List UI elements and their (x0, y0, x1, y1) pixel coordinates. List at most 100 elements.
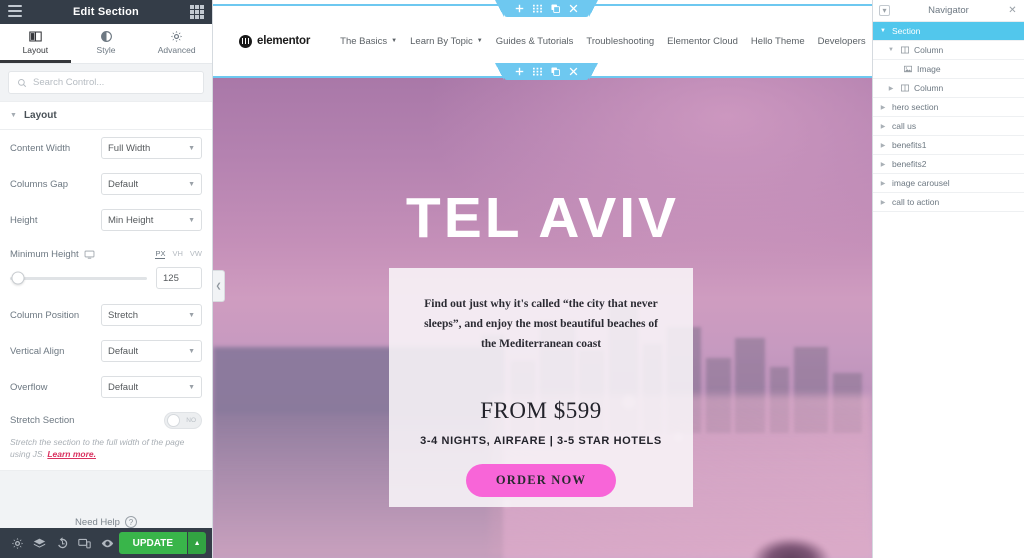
nav-tree-label: benefits1 (892, 140, 927, 150)
nav-tree-item-image-carousel[interactable]: ▶ image carousel (873, 174, 1024, 193)
need-help-button[interactable]: Need Help ? (75, 516, 137, 528)
navigator-layers-icon[interactable] (29, 528, 52, 558)
image-icon (903, 65, 912, 74)
navigator-header: ▾ Navigator ✕ (873, 0, 1024, 22)
control-height: Height Min Height ▼ (10, 202, 202, 238)
tab-layout[interactable]: Layout (0, 24, 71, 63)
stretch-section-toggle[interactable]: NO (164, 412, 202, 429)
slider-handle[interactable] (11, 271, 25, 285)
update-button-group: UPDATE ▲ (118, 532, 207, 554)
control-stretch-section: Stretch Section NO (10, 405, 202, 436)
vertical-align-label: Vertical Align (10, 345, 65, 357)
tab-layout-label: Layout (22, 44, 49, 55)
column-position-select[interactable]: Stretch ▼ (101, 304, 202, 326)
elementor-editor: Edit Section Layout Style Advanced Searc… (0, 0, 1024, 558)
chevron-right-icon[interactable]: ▶ (879, 199, 887, 206)
unit-vh[interactable]: VH (172, 249, 182, 259)
chevron-right-icon[interactable]: ▶ (879, 123, 887, 130)
tab-style[interactable]: Style (71, 24, 142, 63)
chevron-right-icon[interactable]: ▶ (879, 104, 887, 111)
panel-header: Edit Section (0, 0, 212, 24)
tab-advanced[interactable]: Advanced (141, 24, 212, 63)
content-width-select[interactable]: Full Width ▼ (101, 137, 202, 159)
hero-section[interactable]: TEL AVIV Find out just why it's called “… (213, 78, 872, 558)
columns-grid-icon[interactable] (533, 4, 542, 13)
nav-tree-item-column-1[interactable]: ▼ Column (873, 41, 1024, 60)
order-now-button[interactable]: ORDER NOW (465, 464, 617, 498)
unit-vw[interactable]: VW (190, 249, 202, 259)
unit-px[interactable]: PX (155, 249, 166, 259)
chevron-right-icon[interactable]: ▶ (879, 161, 887, 168)
learn-more-link[interactable]: Learn more. (47, 449, 96, 459)
nav-item-troubleshooting[interactable]: Troubleshooting (586, 36, 654, 47)
remove-icon[interactable] (569, 67, 578, 76)
section-layout-header[interactable]: ▼ Layout (0, 101, 212, 130)
nav-tree-label: Column (914, 45, 944, 55)
control-column-position: Column Position Stretch ▼ (10, 297, 202, 333)
columns-grid-icon[interactable] (533, 67, 542, 76)
nav-item-the-basics[interactable]: The Basics ▼ (340, 36, 397, 47)
chevron-right-icon[interactable]: ▶ (879, 142, 887, 149)
duplicate-icon[interactable] (551, 4, 560, 13)
control-overflow: Overflow Default ▼ (10, 369, 202, 405)
hero-subtitle: 3-4 NIGHTS, AIRFARE | 3-5 STAR HOTELS (420, 435, 662, 448)
update-button[interactable]: UPDATE (118, 532, 188, 554)
nav-item-hello-theme[interactable]: Hello Theme (751, 36, 805, 47)
nav-tree-label: Image (917, 64, 941, 74)
chevron-down-icon: ▼ (188, 216, 195, 224)
search-input[interactable]: Search Control... (8, 71, 204, 94)
content-width-value: Full Width (108, 142, 151, 154)
remove-icon[interactable] (569, 4, 578, 13)
preview-canvas: elementor The Basics ▼ Learn By Topic ▼ … (213, 0, 872, 558)
responsive-mode-icon[interactable] (74, 528, 97, 558)
grid-apps-icon[interactable] (190, 5, 204, 19)
nav-item-elementor-cloud[interactable]: Elementor Cloud (667, 36, 738, 47)
chevron-down-icon[interactable]: ▼ (887, 47, 895, 53)
duplicate-icon[interactable] (551, 67, 560, 76)
nav-item-learn-by-topic[interactable]: Learn By Topic ▼ (410, 36, 483, 47)
update-options-button[interactable]: ▲ (188, 532, 207, 554)
nav-tree-label: image carousel (892, 178, 950, 188)
panel-collapse-handle[interactable]: ❮ (213, 270, 225, 302)
nav-item-developers[interactable]: Developers (818, 36, 866, 47)
height-select[interactable]: Min Height ▼ (101, 209, 202, 231)
minimum-height-slider[interactable] (10, 271, 147, 285)
chevron-down-icon: ▼ (188, 347, 195, 355)
overflow-value: Default (108, 381, 139, 393)
nav-tree-label: hero section (892, 102, 939, 112)
minimum-height-value: 125 (163, 272, 179, 284)
chevron-right-icon[interactable]: ▶ (879, 180, 887, 187)
navigator-tree: ▼ Section ▼ Column Image ▶ Column ▶ hero… (873, 22, 1024, 558)
history-icon[interactable] (51, 528, 74, 558)
chevron-down-icon: ▼ (188, 180, 195, 188)
chevron-down-icon[interactable]: ▼ (879, 28, 887, 34)
overflow-select[interactable]: Default ▼ (101, 376, 202, 398)
nav-tree-item-column-2[interactable]: ▶ Column (873, 79, 1024, 98)
nav-tree-item-call-us[interactable]: ▶ call us (873, 117, 1024, 136)
need-help-label: Need Help (75, 516, 120, 528)
nav-tree-item-benefits1[interactable]: ▶ benefits1 (873, 136, 1024, 155)
columns-gap-select[interactable]: Default ▼ (101, 173, 202, 195)
nav-tree-item-call-to-action[interactable]: ▶ call to action (873, 193, 1024, 212)
nav-tree-item-benefits2[interactable]: ▶ benefits2 (873, 155, 1024, 174)
toggle-knob (167, 414, 180, 427)
preview-eye-icon[interactable] (96, 528, 119, 558)
hamburger-icon[interactable] (8, 5, 22, 19)
question-circle-icon: ? (124, 516, 137, 528)
nav-item-guides-tutorials[interactable]: Guides & Tutorials (496, 36, 574, 47)
columns-gap-value: Default (108, 178, 139, 190)
minimize-icon[interactable]: ▾ (879, 5, 890, 16)
add-section-icon[interactable] (515, 4, 524, 13)
close-icon[interactable]: ✕ (1007, 5, 1018, 16)
add-section-icon[interactable] (515, 67, 524, 76)
nav-tree-item-hero-section[interactable]: ▶ hero section (873, 98, 1024, 117)
nav-tree-item-image[interactable]: Image (873, 60, 1024, 79)
minimum-height-input[interactable]: 125 (156, 267, 202, 289)
nav-tree-item-section[interactable]: ▼ Section (873, 22, 1024, 41)
chevron-right-icon[interactable]: ▶ (887, 85, 895, 92)
chevron-down-icon: ▼ (391, 38, 398, 44)
settings-gear-icon[interactable] (6, 528, 29, 558)
vertical-align-select[interactable]: Default ▼ (101, 340, 202, 362)
toggle-state-label: NO (186, 417, 196, 424)
desktop-icon[interactable] (84, 249, 95, 260)
